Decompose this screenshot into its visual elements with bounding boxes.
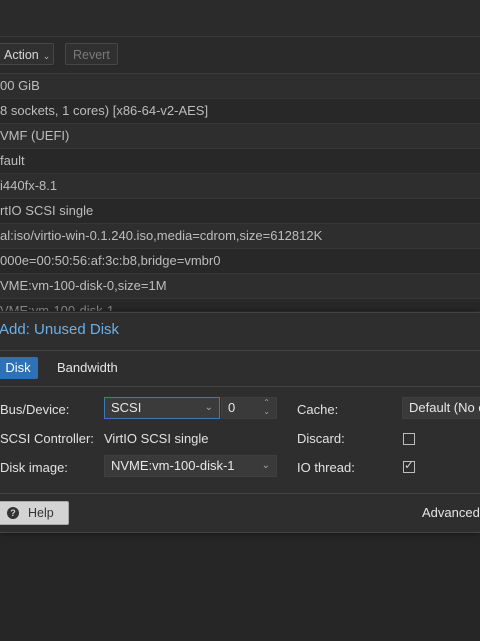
bus-select[interactable]: SCSI ⌄ — [104, 397, 220, 419]
io-thread-label: IO thread: — [297, 460, 355, 475]
cache-select-value: Default (No c — [409, 400, 480, 415]
divider — [0, 386, 480, 387]
discard-label: Discard: — [297, 431, 345, 446]
hardware-row-unused-disk[interactable]: VME:vm-100-disk-1 — [0, 299, 480, 312]
hardware-row-cd-drive[interactable]: al:iso/virtio-win-0.1.240.iso,media=cdro… — [0, 224, 480, 249]
hardware-toolbar: Action ⌄ Revert — [0, 37, 480, 74]
io-thread-checkbox[interactable]: ✓ — [403, 458, 415, 473]
divider — [0, 350, 480, 351]
action-button-label: Action — [4, 48, 39, 62]
disk-image-label: Disk image: — [0, 460, 68, 475]
hardware-row-display[interactable]: fault — [0, 149, 480, 174]
hardware-row-efi-disk[interactable]: VME:vm-100-disk-0,size=1M — [0, 274, 480, 299]
disk-image-select[interactable]: NVME:vm-100-disk-1 ⌄ — [104, 455, 277, 477]
disk-image-value: NVME:vm-100-disk-1 — [111, 458, 235, 473]
chevron-down-icon: ⌄ — [261, 460, 270, 471]
hardware-row-memory[interactable]: 00 GiB — [0, 74, 480, 99]
action-menu-button[interactable]: Action ⌄ — [0, 43, 54, 65]
hardware-row-processors[interactable]: 8 sockets, 1 cores) [x86-64-v2-AES] — [0, 99, 480, 124]
device-number-stepper[interactable]: 0 ⌃ ⌄ — [221, 397, 277, 419]
cache-select[interactable]: Default (No c — [402, 397, 480, 419]
discard-checkbox[interactable] — [403, 433, 415, 445]
dialog-title: Add: Unused Disk — [0, 321, 120, 338]
bus-select-value: SCSI — [111, 400, 142, 415]
tab-bandwidth[interactable]: Bandwidth — [49, 357, 126, 379]
checkmark-icon: ✓ — [404, 458, 415, 472]
device-number-value: 0 — [228, 400, 236, 415]
question-icon: ? — [7, 507, 19, 519]
hardware-list: 00 GiB 8 sockets, 1 cores) [x86-64-v2-AE… — [0, 74, 480, 312]
chevron-down-icon: ⌄ — [204, 402, 213, 413]
cache-label: Cache: — [297, 402, 339, 417]
stepper-arrows-icon[interactable]: ⌃ ⌄ — [263, 398, 270, 416]
tab-disk[interactable]: Disk — [0, 357, 38, 379]
hardware-row-bios[interactable]: VMF (UEFI) — [0, 124, 480, 149]
hardware-row-network[interactable]: 000e=00:50:56:af:3c:b8,bridge=vmbr0 — [0, 249, 480, 274]
help-button-label: Help — [28, 506, 54, 520]
hardware-row-machine[interactable]: i440fx-8.1 — [0, 174, 480, 199]
top-panel — [0, 0, 480, 37]
chevron-down-icon: ⌄ — [42, 51, 51, 61]
advanced-toggle[interactable]: Advanced — [422, 505, 480, 520]
revert-button[interactable]: Revert — [65, 43, 118, 65]
help-button[interactable]: ? Help — [0, 501, 69, 525]
divider — [0, 493, 480, 494]
hardware-row-scsi-controller[interactable]: rtIO SCSI single — [0, 199, 480, 224]
scsi-controller-value: VirtIO SCSI single — [104, 431, 209, 446]
bus-device-label: Bus/Device: — [0, 402, 70, 417]
add-unused-disk-dialog: Add: Unused Disk Disk Bandwidth Bus/Devi… — [0, 312, 480, 533]
scsi-controller-label: SCSI Controller: — [0, 431, 94, 446]
